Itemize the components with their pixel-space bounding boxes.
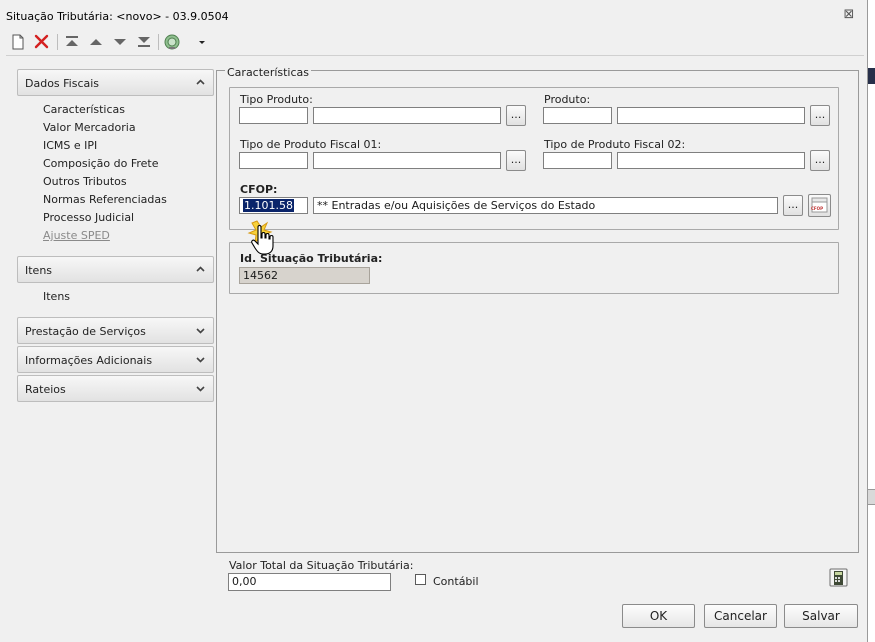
tipo-fiscal-01-lookup-button[interactable]: ... bbox=[506, 150, 526, 171]
toolbar bbox=[6, 32, 866, 52]
sidebar-item-valor-mercadoria[interactable]: Valor Mercadoria bbox=[43, 121, 136, 134]
chevron-down-icon bbox=[196, 357, 205, 363]
last-record-icon[interactable] bbox=[134, 32, 154, 52]
cfop-lookup-button[interactable]: ... bbox=[783, 195, 803, 216]
sidebar-item-normas-referenciadas[interactable]: Normas Referenciadas bbox=[43, 193, 167, 206]
produto-lookup-button[interactable]: ... bbox=[810, 105, 830, 126]
cfop-table-button[interactable]: CFOP bbox=[808, 194, 831, 217]
cfop-badge-text: CFOP bbox=[811, 206, 823, 211]
dropdown-arrow-icon[interactable] bbox=[192, 32, 212, 52]
sidebar-item-outros-tributos[interactable]: Outros Tributos bbox=[43, 175, 127, 188]
close-icon[interactable]: ⊠ bbox=[842, 8, 856, 22]
tipo-fiscal-02-description-input[interactable] bbox=[617, 152, 805, 169]
tipo-produto-code-input[interactable] bbox=[239, 107, 308, 124]
section-informacoes-adicionais[interactable]: Informações Adicionais bbox=[17, 346, 214, 373]
section-label: Rateios bbox=[25, 383, 66, 396]
previous-record-icon[interactable] bbox=[86, 32, 106, 52]
toolbar-divider bbox=[6, 55, 864, 56]
new-document-icon[interactable] bbox=[8, 32, 28, 52]
id-situacao-label: Id. Situação Tributária: bbox=[240, 252, 383, 265]
section-label: Itens bbox=[25, 264, 53, 277]
sidebar-item-icms-ipi[interactable]: ICMS e IPI bbox=[43, 139, 97, 152]
chevron-up-icon bbox=[196, 266, 205, 272]
tipo-fiscal-01-label: Tipo de Produto Fiscal 01: bbox=[240, 138, 382, 151]
section-label: Prestação de Serviços bbox=[25, 325, 146, 338]
caracteristicas-legend: Características bbox=[225, 66, 312, 79]
chevron-down-icon bbox=[196, 328, 205, 334]
chevron-up-icon bbox=[196, 79, 205, 85]
produto-code-input[interactable] bbox=[543, 107, 612, 124]
sidebar-item-processo-judicial[interactable]: Processo Judicial bbox=[43, 211, 134, 224]
globe-icon[interactable] bbox=[162, 32, 182, 52]
toolbar-separator bbox=[158, 34, 159, 50]
produto-label: Produto: bbox=[544, 93, 591, 106]
cfop-description-input[interactable]: ** Entradas e/ou Aquisições de Serviços … bbox=[313, 197, 778, 214]
valor-total-input[interactable]: 0,00 bbox=[228, 573, 391, 591]
section-dados-fiscais[interactable]: Dados Fiscais bbox=[17, 69, 214, 96]
contabil-checkbox[interactable] bbox=[415, 574, 426, 585]
section-itens[interactable]: Itens bbox=[17, 256, 214, 283]
tipo-fiscal-02-lookup-button[interactable]: ... bbox=[810, 150, 830, 171]
first-record-icon[interactable] bbox=[62, 32, 82, 52]
tipo-produto-description-input[interactable] bbox=[313, 107, 501, 124]
tipo-fiscal-02-label: Tipo de Produto Fiscal 02: bbox=[544, 138, 686, 151]
cfop-code-input[interactable]: 1.101.58 bbox=[239, 197, 308, 214]
tipo-produto-lookup-button[interactable]: ... bbox=[506, 105, 526, 126]
id-situacao-input[interactable]: 14562 bbox=[239, 267, 370, 284]
background-window-edge bbox=[868, 68, 875, 84]
background-strip bbox=[868, 0, 875, 642]
dialog-window: Situação Tributária: <novo> - 03.9.0504 … bbox=[0, 0, 868, 642]
next-record-icon[interactable] bbox=[110, 32, 130, 52]
contabil-label: Contábil bbox=[433, 575, 479, 588]
toolbar-separator bbox=[57, 34, 58, 50]
cfop-label: CFOP: bbox=[240, 183, 278, 196]
save-button[interactable]: Salvar bbox=[784, 604, 858, 628]
cfop-code-selected-text: 1.101.58 bbox=[243, 199, 294, 212]
calculator-icon[interactable] bbox=[828, 567, 849, 588]
section-prestacao-servicos[interactable]: Prestação de Serviços bbox=[17, 317, 214, 344]
cancel-button[interactable]: Cancelar bbox=[704, 604, 777, 628]
title-bar: Situação Tributária: <novo> - 03.9.0504 … bbox=[0, 0, 867, 30]
valor-total-label: Valor Total da Situação Tributária: bbox=[229, 559, 414, 572]
produto-description-input[interactable] bbox=[617, 107, 805, 124]
delete-icon[interactable] bbox=[32, 32, 52, 52]
window-title: Situação Tributária: <novo> - 03.9.0504 bbox=[6, 10, 229, 23]
tipo-fiscal-01-code-input[interactable] bbox=[239, 152, 308, 169]
section-rateios[interactable]: Rateios bbox=[17, 375, 214, 402]
sidebar-item-caracteristicas[interactable]: Características bbox=[43, 103, 125, 116]
tipo-fiscal-01-description-input[interactable] bbox=[313, 152, 501, 169]
ok-button[interactable]: OK bbox=[622, 604, 695, 628]
section-label: Informações Adicionais bbox=[25, 354, 153, 367]
chevron-down-icon bbox=[196, 386, 205, 392]
sidebar-item-ajuste-sped[interactable]: Ajuste SPED bbox=[43, 229, 110, 242]
tipo-fiscal-02-code-input[interactable] bbox=[543, 152, 612, 169]
sidebar-item-itens[interactable]: Itens bbox=[43, 290, 70, 303]
tipo-produto-label: Tipo Produto: bbox=[240, 93, 313, 106]
sidebar-item-composicao-frete[interactable]: Composição do Frete bbox=[43, 157, 159, 170]
section-label: Dados Fiscais bbox=[25, 77, 100, 90]
background-window-edge bbox=[868, 489, 875, 505]
